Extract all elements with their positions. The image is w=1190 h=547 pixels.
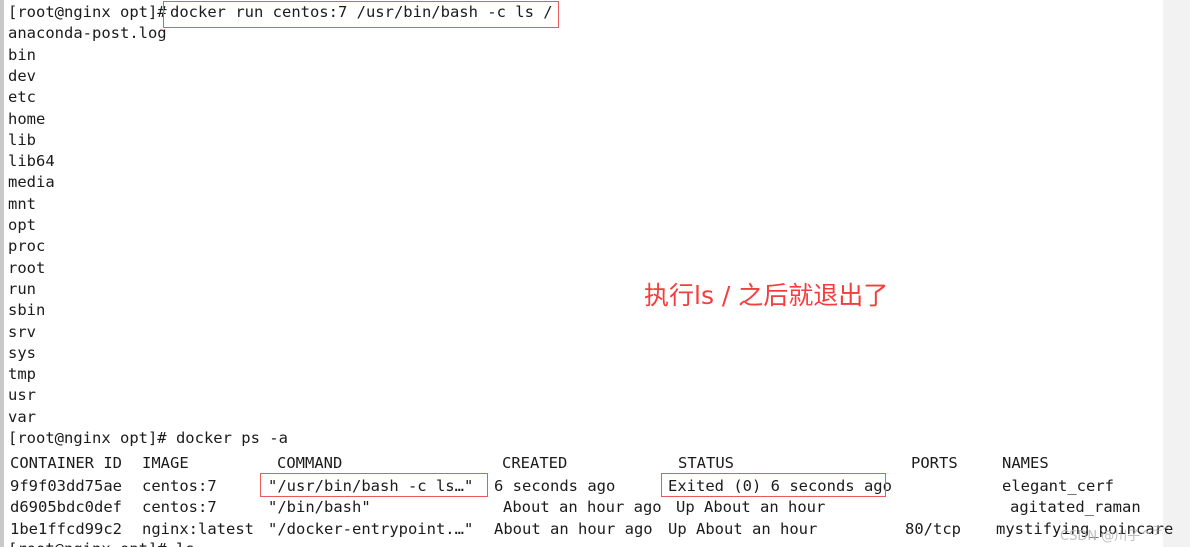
ls-output-line: anaconda-post.log <box>8 24 167 43</box>
ls-output-line: media <box>8 173 55 192</box>
prompt-line-1: [root@nginx opt]# <box>8 2 176 23</box>
table-header-created: CREATED <box>502 454 568 472</box>
table-row: nginx:latest <box>142 519 254 538</box>
shell-prompt-3: [root@nginx opt]# ls <box>8 540 195 547</box>
prompt-line-3-clipped: [root@nginx opt]# ls <box>8 540 308 547</box>
ls-output-line: etc <box>8 88 36 107</box>
ls-output-line: mnt <box>8 194 36 213</box>
ls-output-line: tmp <box>8 365 36 384</box>
table-row: centos:7 <box>142 498 217 517</box>
terminal-output-area: [root@nginx opt]# docker run centos:7 /u… <box>0 0 1190 547</box>
ls-output-line: proc <box>8 237 46 256</box>
terminal-screenshot: [root@nginx opt]# docker run centos:7 /u… <box>0 0 1190 547</box>
table-row: "/bin/bash" <box>268 498 371 517</box>
shell-prompt-1: [root@nginx opt]# <box>8 3 176 21</box>
table-row: About an hour ago <box>503 498 662 517</box>
table-row: d6905bdc0def <box>10 498 122 517</box>
table-row: "/usr/bin/bash -c ls…" <box>268 477 474 495</box>
annotation-text: 执行ls / 之后就退出了 <box>644 281 889 310</box>
table-header-container-id: CONTAINER ID <box>10 454 122 472</box>
prompt-line-2: [root@nginx opt]# docker ps -a <box>8 429 288 447</box>
table-header-image: IMAGE <box>142 454 189 472</box>
command-run: docker run centos:7 /usr/bin/bash -c ls … <box>170 3 553 21</box>
table-row: Exited (0) 6 seconds ago <box>668 477 892 495</box>
scroll-rail[interactable] <box>0 0 4 547</box>
table-row: elegant_cerf <box>1002 477 1114 495</box>
ls-output-line: run <box>8 279 36 298</box>
ls-output-line: lib <box>8 130 36 149</box>
table-header-names: NAMES <box>1002 454 1049 472</box>
table-row: 9f9f03dd75ae <box>10 477 122 495</box>
ls-output-line: bin <box>8 45 36 64</box>
table-header-status: STATUS <box>678 454 734 472</box>
watermark: CSDN @川子^ <box>1060 529 1152 544</box>
ls-output-line: root <box>8 258 46 277</box>
ls-output-line: opt <box>8 216 36 234</box>
ls-output-line: usr <box>8 386 36 405</box>
table-header-ports: PORTS <box>911 454 958 472</box>
watermark-tail: 子^ <box>1152 526 1171 537</box>
table-header-command: COMMAND <box>277 454 343 472</box>
table-row: About an hour ago <box>494 519 653 538</box>
ls-output-line: dev <box>8 66 36 85</box>
ls-output-line: lib64 <box>8 152 55 171</box>
table-row: Up About an hour <box>676 498 826 517</box>
table-row: agitated_raman <box>1010 498 1141 517</box>
ls-output-line: home <box>8 109 46 128</box>
table-row: "/docker-entrypoint.…" <box>268 519 474 538</box>
ls-output-line: sbin <box>8 301 46 320</box>
table-row: 6 seconds ago <box>494 477 616 495</box>
ls-output-line: sys <box>8 343 36 362</box>
table-row: Up About an hour <box>668 519 818 538</box>
table-row: centos:7 <box>142 477 217 495</box>
ls-output-line: srv <box>8 322 36 341</box>
table-row: 1be1ffcd99c2 <box>10 519 122 538</box>
table-row: 80/tcp <box>905 519 961 538</box>
ls-output-line: var <box>8 407 36 426</box>
scroll-thumb[interactable] <box>0 0 4 547</box>
